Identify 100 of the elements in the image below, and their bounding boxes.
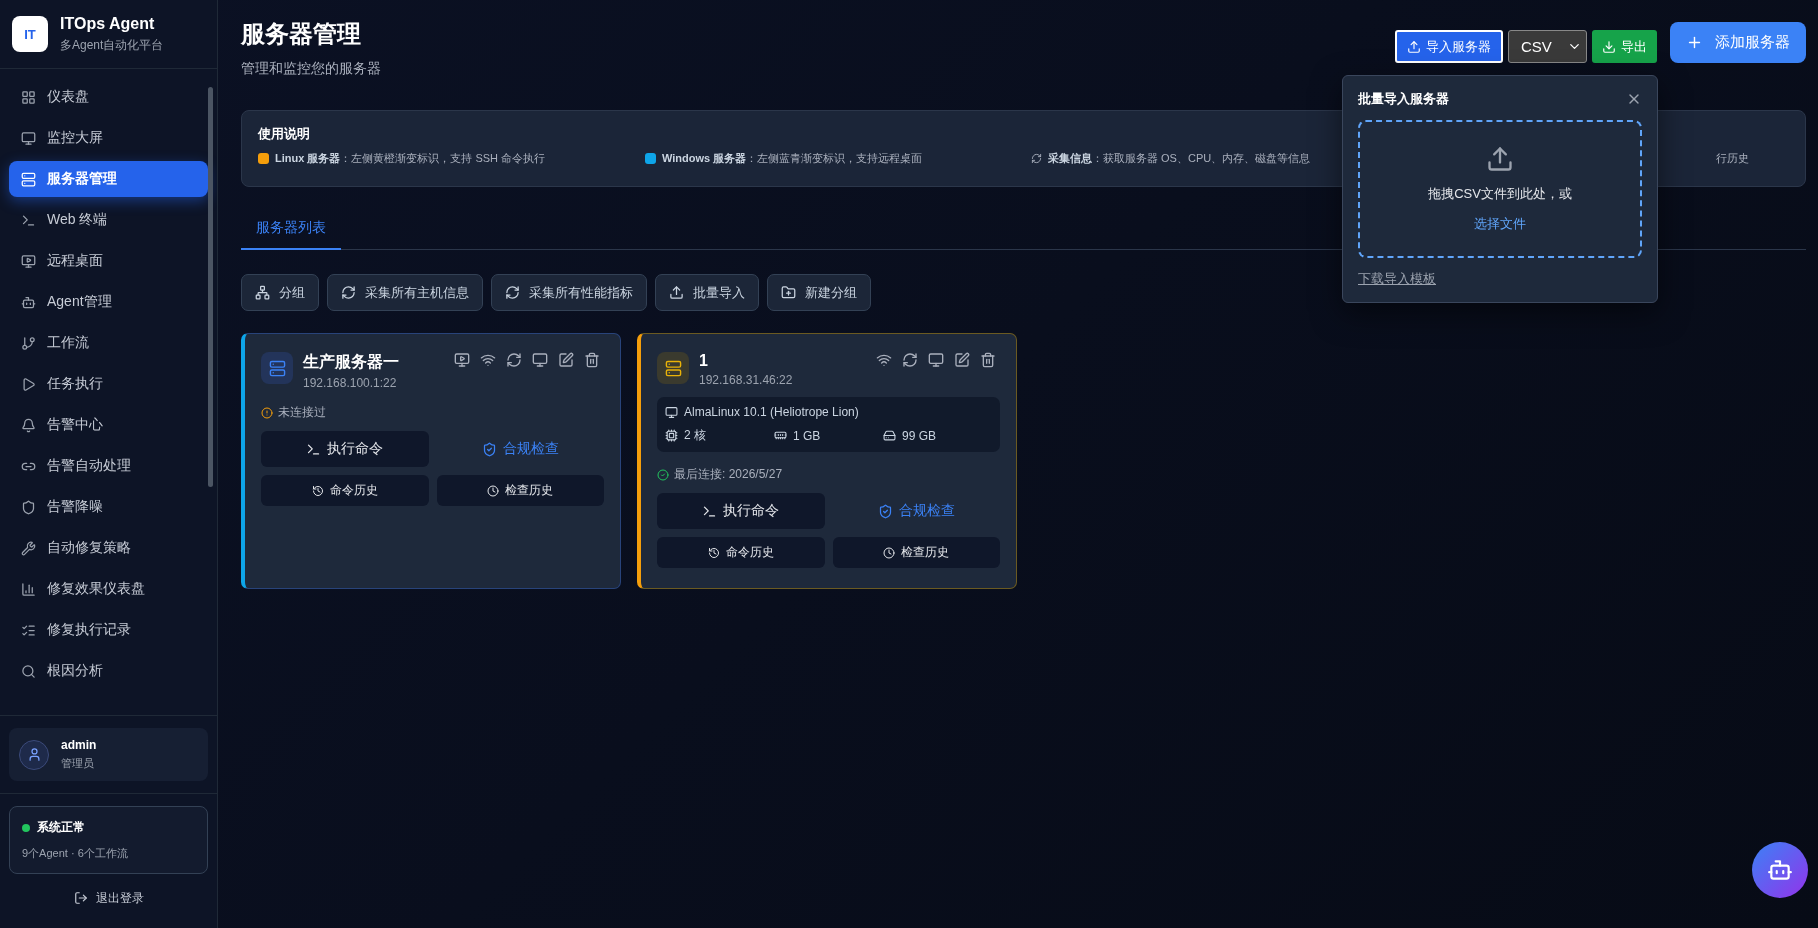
- nav-item[interactable]: 修复效果仪表盘: [9, 571, 208, 607]
- screen-play-icon: [21, 253, 36, 269]
- refresh-icon: [341, 285, 356, 300]
- nav-item[interactable]: 任务执行: [9, 366, 208, 402]
- toolbar-button[interactable]: 采集所有主机信息: [327, 274, 483, 311]
- upload-icon: [1486, 145, 1514, 173]
- popover-title: 批量导入服务器: [1358, 90, 1449, 108]
- nav-item[interactable]: 告警降噪: [9, 489, 208, 525]
- command-history-button[interactable]: 命令历史: [261, 475, 429, 506]
- play-icon: [21, 376, 36, 392]
- nav-item[interactable]: Web 终端: [9, 202, 208, 238]
- command-history-button[interactable]: 命令历史: [657, 537, 825, 568]
- status-title: 系统正常: [37, 819, 85, 836]
- choose-file-link[interactable]: 选择文件: [1474, 215, 1526, 233]
- nav-item[interactable]: 修复执行记录: [9, 612, 208, 648]
- tab[interactable]: 服务器列表: [241, 209, 341, 250]
- server-icon: [261, 352, 293, 384]
- hierarchy-icon: [255, 285, 270, 300]
- nav-item[interactable]: 远程桌面: [9, 243, 208, 279]
- logout-icon: [73, 891, 88, 905]
- edit-icon[interactable]: [558, 352, 574, 368]
- nav-item[interactable]: 仪表盘: [9, 79, 208, 115]
- upload-icon: [1407, 39, 1421, 54]
- wrench-icon: [21, 540, 36, 556]
- edit-icon[interactable]: [954, 352, 970, 368]
- guide-text: Linux 服务器：左侧黄橙渐变标识，支持 SSH 命令执行: [275, 151, 546, 166]
- refresh-icon[interactable]: [902, 352, 918, 368]
- upload-icon: [669, 285, 684, 300]
- search-icon: [21, 663, 36, 679]
- guide-text: 行历史: [1716, 151, 1749, 166]
- logout-button[interactable]: 退出登录: [0, 874, 217, 922]
- server-address: 192.168.31.46:22: [699, 373, 793, 387]
- os-name: AlmaLinux 10.1 (Heliotrope Lion): [684, 405, 859, 419]
- monitor-icon[interactable]: [928, 352, 944, 368]
- guide-text: Windows 服务器：左侧蓝青渐变标识，支持远程桌面: [662, 151, 923, 166]
- shield-check-icon: [877, 503, 893, 519]
- memory-size: 1 GB: [793, 428, 821, 443]
- assistant-bot-button[interactable]: [1752, 842, 1808, 898]
- terminal-icon: [306, 441, 322, 457]
- avatar-icon: [19, 739, 49, 770]
- clock-icon: [487, 484, 500, 497]
- shield-check-icon: [481, 441, 497, 457]
- nav-item[interactable]: 告警自动处理: [9, 448, 208, 484]
- import-servers-button[interactable]: 导入服务器: [1395, 30, 1503, 63]
- bell-icon: [21, 417, 36, 433]
- wifi-icon[interactable]: [876, 352, 892, 368]
- app-logo: IT: [12, 16, 48, 52]
- toolbar-button[interactable]: 分组: [241, 274, 319, 311]
- folder-plus-icon: [781, 285, 796, 300]
- connection-status: 未连接过: [278, 404, 326, 421]
- toolbar-button[interactable]: 批量导入: [655, 274, 759, 311]
- terminal-icon: [702, 503, 718, 519]
- toolbar-button[interactable]: 新建分组: [767, 274, 871, 311]
- server-address: 192.168.100.1:22: [303, 376, 398, 390]
- execute-command-button[interactable]: 执行命令: [261, 431, 429, 467]
- checklist-icon: [21, 622, 36, 638]
- check-history-button[interactable]: 检查历史: [832, 537, 1000, 568]
- cpu-cores: 2 核: [684, 427, 706, 444]
- page-title: 服务器管理: [241, 19, 362, 49]
- check-circle-icon: [657, 468, 669, 481]
- remote-desktop-icon[interactable]: [454, 352, 470, 368]
- format-select[interactable]: CSV: [1508, 30, 1587, 63]
- cpu-icon: [665, 429, 678, 442]
- robot-icon: [1767, 857, 1793, 883]
- connection-status: 最后连接: 2026/5/27: [674, 466, 783, 483]
- toolbar-button[interactable]: 采集所有性能指标: [491, 274, 647, 311]
- plus-icon: [1686, 34, 1703, 51]
- download-icon: [1602, 39, 1616, 54]
- nav-item[interactable]: 监控大屏: [9, 120, 208, 156]
- nav-item[interactable]: 自动修复策略: [9, 530, 208, 566]
- server-name: 生产服务器一: [303, 352, 399, 372]
- delete-icon[interactable]: [584, 352, 600, 368]
- wifi-icon[interactable]: [480, 352, 496, 368]
- compliance-check-button[interactable]: 合规检查: [436, 431, 604, 467]
- disk-size: 99 GB: [902, 428, 937, 443]
- user-role: 管理员: [61, 756, 95, 771]
- refresh-icon[interactable]: [506, 352, 522, 368]
- drop-hint: 拖拽CSV文件到此处，或: [1428, 185, 1572, 203]
- server-icon: [657, 352, 689, 384]
- nav-item[interactable]: Agent管理: [9, 284, 208, 320]
- instructions-title: 使用说明: [258, 125, 311, 143]
- nav-item[interactable]: 告警中心: [9, 407, 208, 443]
- download-template-link[interactable]: 下载导入模板: [1358, 270, 1436, 288]
- check-history-button[interactable]: 检查历史: [436, 475, 604, 506]
- bar-chart-icon: [21, 581, 36, 597]
- warning-icon: [261, 406, 273, 419]
- nav-item[interactable]: 工作流: [9, 325, 208, 361]
- clock-icon: [883, 546, 896, 559]
- nav-item[interactable]: 服务器管理: [9, 161, 208, 197]
- monitor-icon[interactable]: [532, 352, 548, 368]
- terminal-icon: [21, 212, 36, 228]
- file-drop-zone[interactable]: 拖拽CSV文件到此处，或 选择文件: [1358, 120, 1642, 258]
- compliance-check-button[interactable]: 合规检查: [832, 493, 1000, 529]
- status-detail: 9个Agent · 6个工作流: [22, 846, 129, 861]
- refresh-icon: [505, 285, 520, 300]
- execute-command-button[interactable]: 执行命令: [657, 493, 825, 529]
- delete-icon[interactable]: [980, 352, 996, 368]
- history-icon: [311, 484, 324, 497]
- nav-item[interactable]: 根因分析: [9, 653, 208, 689]
- add-server-button[interactable]: 添加服务器: [1670, 22, 1806, 63]
